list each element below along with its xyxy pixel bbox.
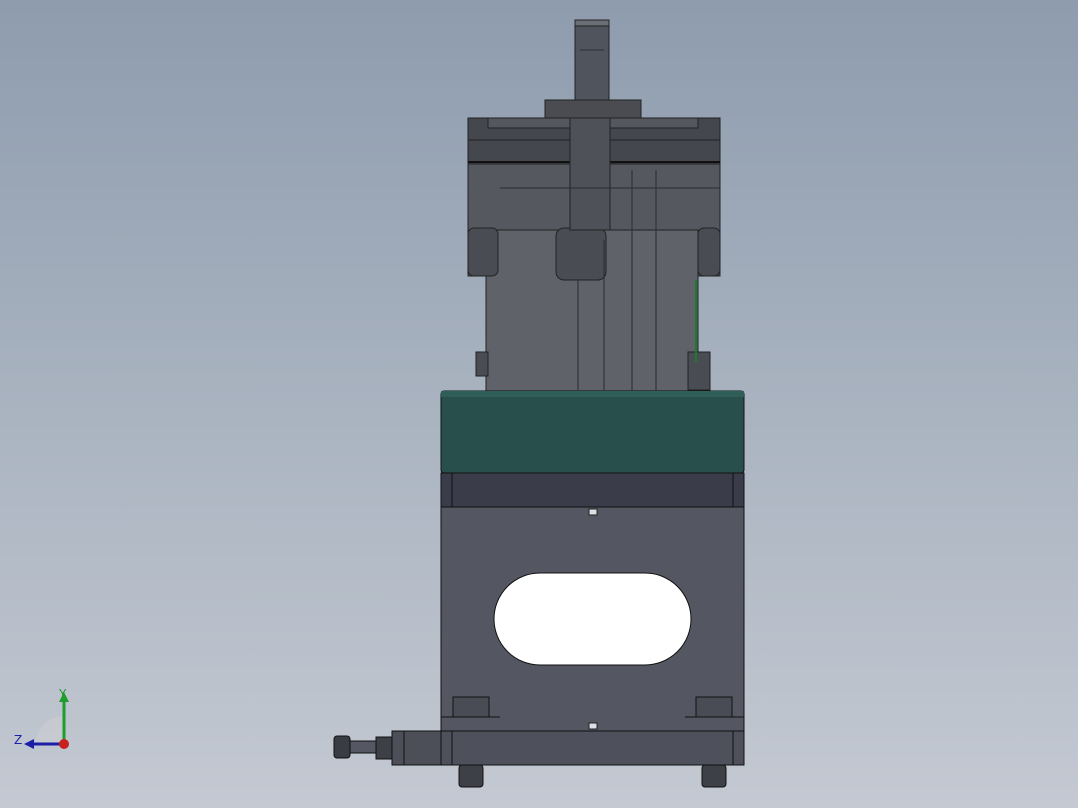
bracket-top-band[interactable] [440,472,745,508]
x-axis-dot [59,739,69,749]
bracket-slot [493,572,692,666]
z-axis-label: Z [14,733,22,747]
mounting-bracket[interactable] [440,506,745,732]
gearbox-flange[interactable] [440,390,745,474]
y-axis-label: Y [58,687,67,701]
base-foot-right [701,764,727,788]
3d-model-view[interactable] [0,0,1078,808]
adjusting-screw[interactable] [333,730,442,766]
graphics-viewport[interactable]: Y Z [0,0,1078,808]
axis-triad: Y Z [10,686,80,756]
triad-arc-icon [36,716,64,744]
motor-shaft[interactable] [574,19,610,103]
shaft-collar[interactable] [544,99,642,119]
base-foot-left [458,764,484,788]
base-plate[interactable] [440,730,745,788]
